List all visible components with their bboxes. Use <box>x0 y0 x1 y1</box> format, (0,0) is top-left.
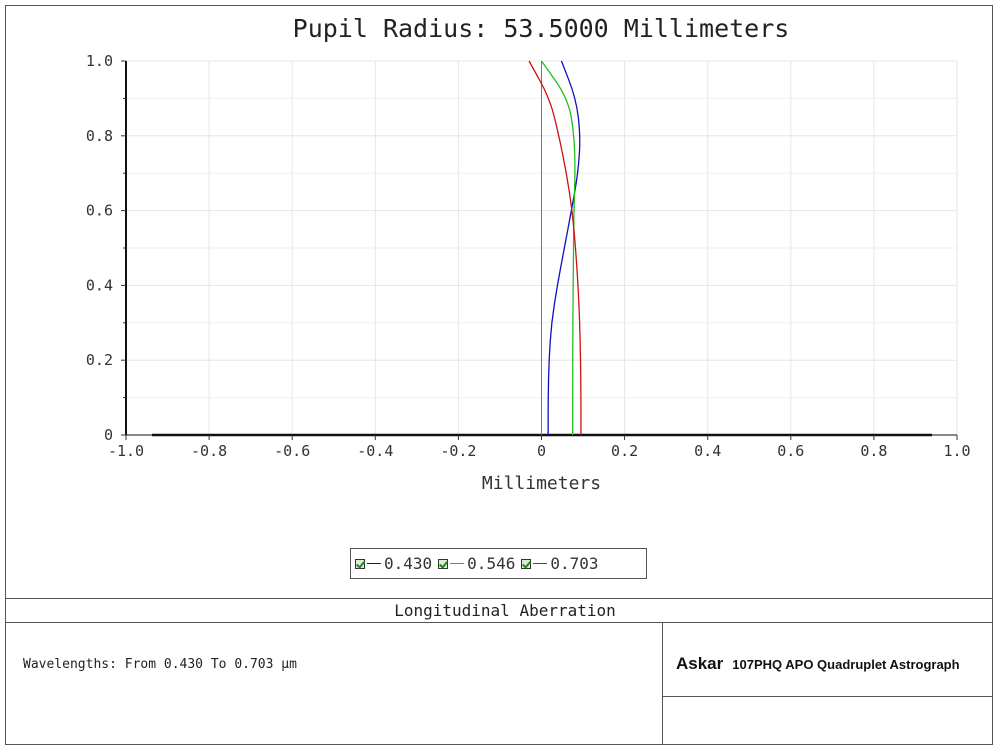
brand-model: 107PHQ APO Quadruplet Astrograph <box>732 657 960 672</box>
x-tick-label: -0.6 <box>274 442 310 460</box>
legend-swatch-0 <box>367 563 381 564</box>
wavelengths-text: Wavelengths: From 0.430 To 0.703 µm <box>23 657 297 672</box>
footer-divider <box>5 598 993 599</box>
legend-label-1: 0.546 <box>467 554 516 573</box>
plot-name: Longitudinal Aberration <box>394 601 616 620</box>
x-tick-label: -0.2 <box>440 442 476 460</box>
legend-swatch-1 <box>450 563 465 564</box>
x-tick-label: 0.6 <box>777 442 804 460</box>
y-tick-label: 0.8 <box>86 127 113 145</box>
footer-divider <box>662 622 663 745</box>
x-tick-label: 1.0 <box>943 442 970 460</box>
legend-swatch-2 <box>533 563 548 564</box>
legend-label-2: 0.703 <box>550 554 599 573</box>
y-tick-label: 1.0 <box>86 52 113 70</box>
y-tick-label: 0.6 <box>86 202 113 220</box>
y-tick-label: 0 <box>104 426 113 444</box>
legend-item[interactable]: 0.430 <box>355 554 432 573</box>
legend-item[interactable]: 0.703 <box>521 554 599 573</box>
y-tick-label: 0.4 <box>86 276 113 294</box>
x-tick-label: 0.2 <box>611 442 638 460</box>
x-tick-label: -0.4 <box>357 442 393 460</box>
checkbox-icon[interactable] <box>438 558 449 569</box>
legend: 0.430 0.546 0.703 <box>350 548 647 579</box>
checkbox-icon[interactable] <box>521 558 532 569</box>
brand: Askar 107PHQ APO Quadruplet Astrograph <box>676 654 960 674</box>
legend-item[interactable]: 0.546 <box>438 554 515 573</box>
checkbox-icon[interactable] <box>355 558 365 569</box>
y-tick-label: 0.2 <box>86 351 113 369</box>
footer-divider <box>5 622 993 623</box>
x-tick-label: 0 <box>537 442 546 460</box>
x-tick-label: -1.0 <box>108 442 144 460</box>
legend-label-0: 0.430 <box>384 554 433 573</box>
x-tick-label: 0.4 <box>694 442 721 460</box>
x-tick-label: 0.8 <box>860 442 887 460</box>
plot-area: -1.0 -0.8 -0.6 -0.4 -0.2 0 0.2 0.4 0.6 0.8 1.0 0 0.2… <box>86 52 971 494</box>
brand-logo: Askar <box>676 654 724 673</box>
x-tick-label: -0.8 <box>191 442 227 460</box>
x-axis-title: Millimeters <box>482 473 601 494</box>
footer-divider <box>662 696 993 697</box>
